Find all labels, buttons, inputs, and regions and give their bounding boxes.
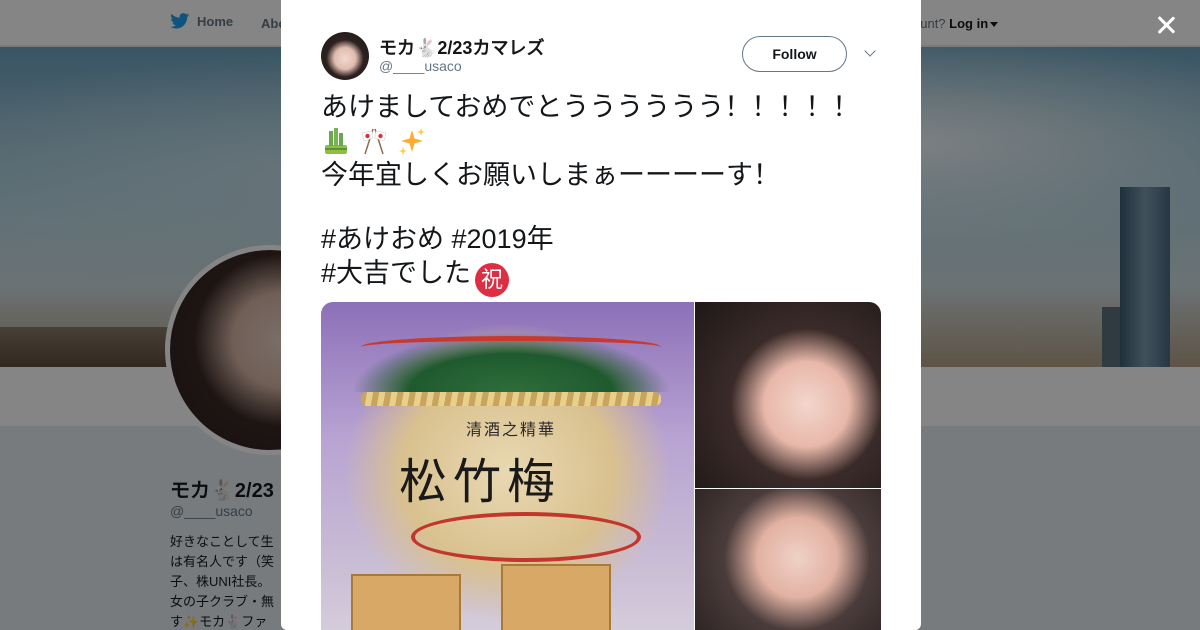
tweet-hashtags: #大吉でした祝 [321, 256, 881, 297]
kadomatsu-emoji-icon [325, 128, 347, 154]
close-icon[interactable] [1153, 12, 1179, 38]
tweet-media-grid: 清酒之精華 松竹梅 [321, 302, 881, 630]
tweet-hashtags: #あけおめ #2019年 [321, 222, 881, 256]
sparkles-emoji-icon [399, 128, 425, 155]
tweet-photo-selfie-2[interactable] [695, 489, 881, 630]
barrel-red-trim [361, 336, 661, 358]
tweet-author-handle[interactable]: @____usaco [379, 58, 462, 74]
barrel-label: 松竹梅 [399, 454, 562, 510]
barrel-rope [361, 392, 661, 406]
barrel-red-knot [411, 512, 641, 562]
follow-button[interactable]: Follow [742, 36, 847, 72]
masu-cup [351, 574, 461, 630]
barrel-subtext: 清酒之精華 [466, 420, 557, 439]
tweet-text-line: あけましておめでとうううううう！！！！！ [321, 92, 860, 122]
congratulations-emoji-icon: 祝 [475, 263, 510, 297]
hashtag-links[interactable]: #あけおめ #2019年 [321, 224, 554, 254]
masu-cup [501, 564, 611, 630]
hashtag-link[interactable]: #大吉でした [321, 258, 471, 288]
tweet-author-name[interactable]: モカ🐇2/23カマレズ [379, 34, 544, 60]
crossed-flags-emoji-icon [361, 128, 387, 155]
tweet-author-avatar[interactable] [321, 32, 369, 80]
tweet-text: あけましておめでとうううううう！！！！！ 今年宜しくお願いしまぁーーーーす！ #… [321, 90, 881, 297]
tweet-modal: モカ🐇2/23カマレズ @____usaco Follow あけましておめでとう… [281, 0, 921, 630]
tweet-text-line: 今年宜しくお願いしまぁーーーーす！ [321, 160, 780, 190]
chevron-down-icon[interactable] [864, 47, 878, 61]
tweet-photo-selfie-1[interactable] [695, 302, 881, 488]
tweet-emoji-row [321, 124, 881, 158]
tweet-photo-sake-barrel[interactable]: 清酒之精華 松竹梅 [321, 302, 694, 630]
